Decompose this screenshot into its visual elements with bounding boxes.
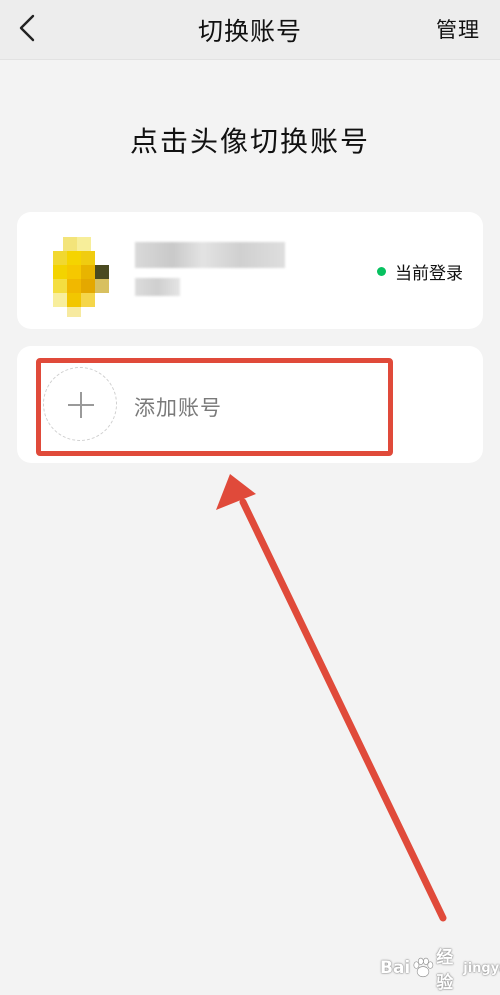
- current-account-card[interactable]: 当前登录: [17, 212, 483, 329]
- status-dot-icon: [377, 267, 386, 276]
- baidu-jingyan-watermark: Bai 经验 jingyan: [380, 943, 500, 993]
- avatar[interactable]: [53, 237, 121, 317]
- paw-logo-icon: [413, 957, 434, 978]
- navigation-bar: 切换账号 管理: [0, 0, 500, 60]
- current-login-status: 当前登录: [377, 259, 463, 284]
- watermark-sub: jingyan: [463, 960, 500, 976]
- annotation-highlight-box: [36, 358, 393, 456]
- account-id-redacted: [135, 278, 180, 296]
- watermark-brand-right: 经验: [436, 948, 454, 993]
- page-title: 切换账号: [197, 17, 302, 46]
- status-label: 当前登录: [395, 264, 463, 284]
- watermark-brand-left: Bai: [380, 958, 411, 978]
- account-name-redacted: [135, 242, 285, 268]
- manage-button[interactable]: 管理: [436, 14, 480, 44]
- instruction-heading: 点击头像切换账号: [129, 125, 370, 158]
